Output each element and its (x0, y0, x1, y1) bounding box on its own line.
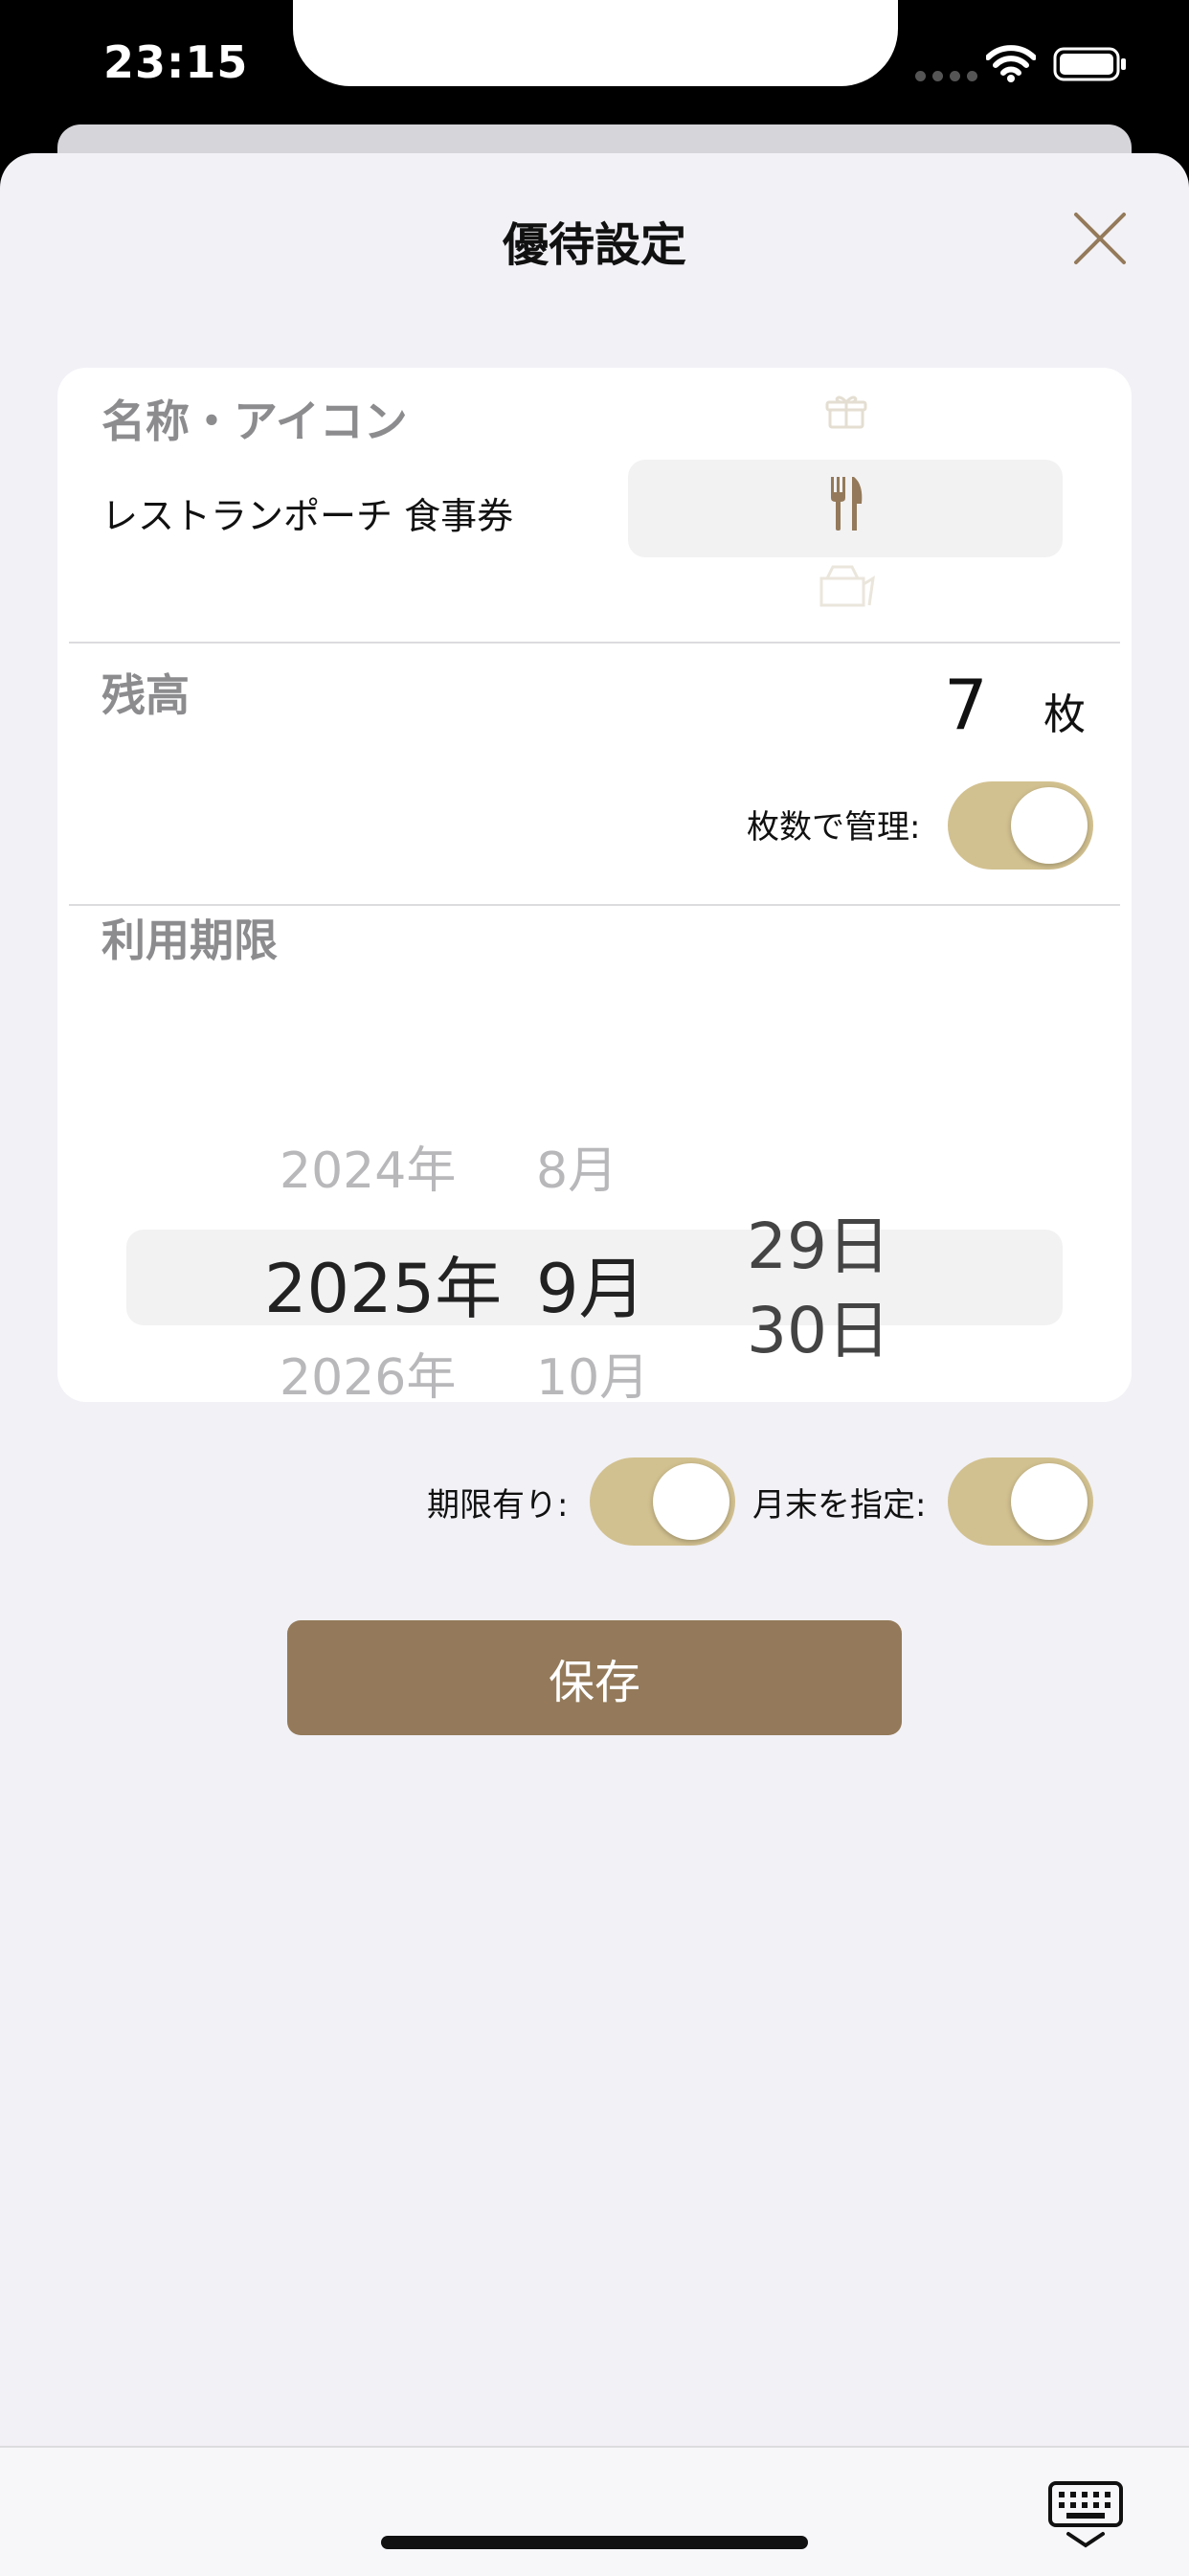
cellular-signal-icon (915, 71, 977, 81)
bag-icon[interactable] (816, 561, 879, 607)
month-end-toggle[interactable] (948, 1457, 1093, 1546)
expiry-label: 利用期限 (101, 915, 278, 966)
page-title: 優待設定 (502, 218, 686, 272)
toggle-knob (1011, 1463, 1088, 1540)
manage-by-count-toggle[interactable] (948, 781, 1093, 870)
toggle-knob (1011, 787, 1088, 864)
notch (293, 0, 898, 86)
wifi-icon (986, 45, 1036, 82)
month-selected[interactable]: 9月 (536, 1235, 646, 1332)
day-29[interactable]: 29日 (747, 1195, 890, 1287)
divider (69, 642, 1120, 644)
toggle-knob (653, 1463, 729, 1540)
keyboard-icon[interactable] (1047, 2480, 1124, 2549)
day-30[interactable]: 30日 (747, 1279, 890, 1371)
name-field[interactable]: レストランポーチ 食事券 (101, 486, 513, 539)
status-time: 23:15 (103, 36, 249, 88)
close-icon[interactable] (1070, 209, 1130, 268)
modal-sheet: 優待設定 名称・アイコン レストランポーチ 食事券 残高 7 枚 枚数で管理: … (0, 153, 1189, 2574)
has-expiry-toggle[interactable] (590, 1457, 735, 1546)
balance-unit: 枚 (1043, 690, 1086, 739)
settings-card: 名称・アイコン レストランポーチ 食事券 残高 7 枚 枚数で管理: 利用期限 … (57, 368, 1132, 1546)
gift-icon[interactable] (823, 391, 869, 429)
balance-value[interactable]: 7 (944, 665, 988, 745)
balance-label: 残高 (101, 669, 190, 721)
keyboard-accessory-bar (0, 2446, 1189, 2576)
save-button[interactable]: 保存 (287, 1620, 902, 1735)
month-next[interactable]: 10月 (536, 1337, 649, 1409)
year-selected[interactable]: 2025年 (264, 1235, 502, 1332)
month-prev[interactable]: 8月 (536, 1130, 617, 1202)
year-prev[interactable]: 2024年 (280, 1130, 456, 1202)
fork-knife-icon[interactable] (827, 475, 865, 532)
home-indicator (381, 2536, 808, 2549)
has-expiry-label: 期限有り: (427, 1486, 569, 1525)
name-icon-label: 名称・アイコン (101, 395, 408, 447)
month-end-label: 月末を指定: (752, 1486, 927, 1525)
battery-icon (1053, 47, 1126, 81)
manage-by-count-label: 枚数で管理: (747, 808, 921, 847)
year-next[interactable]: 2026年 (280, 1337, 456, 1409)
